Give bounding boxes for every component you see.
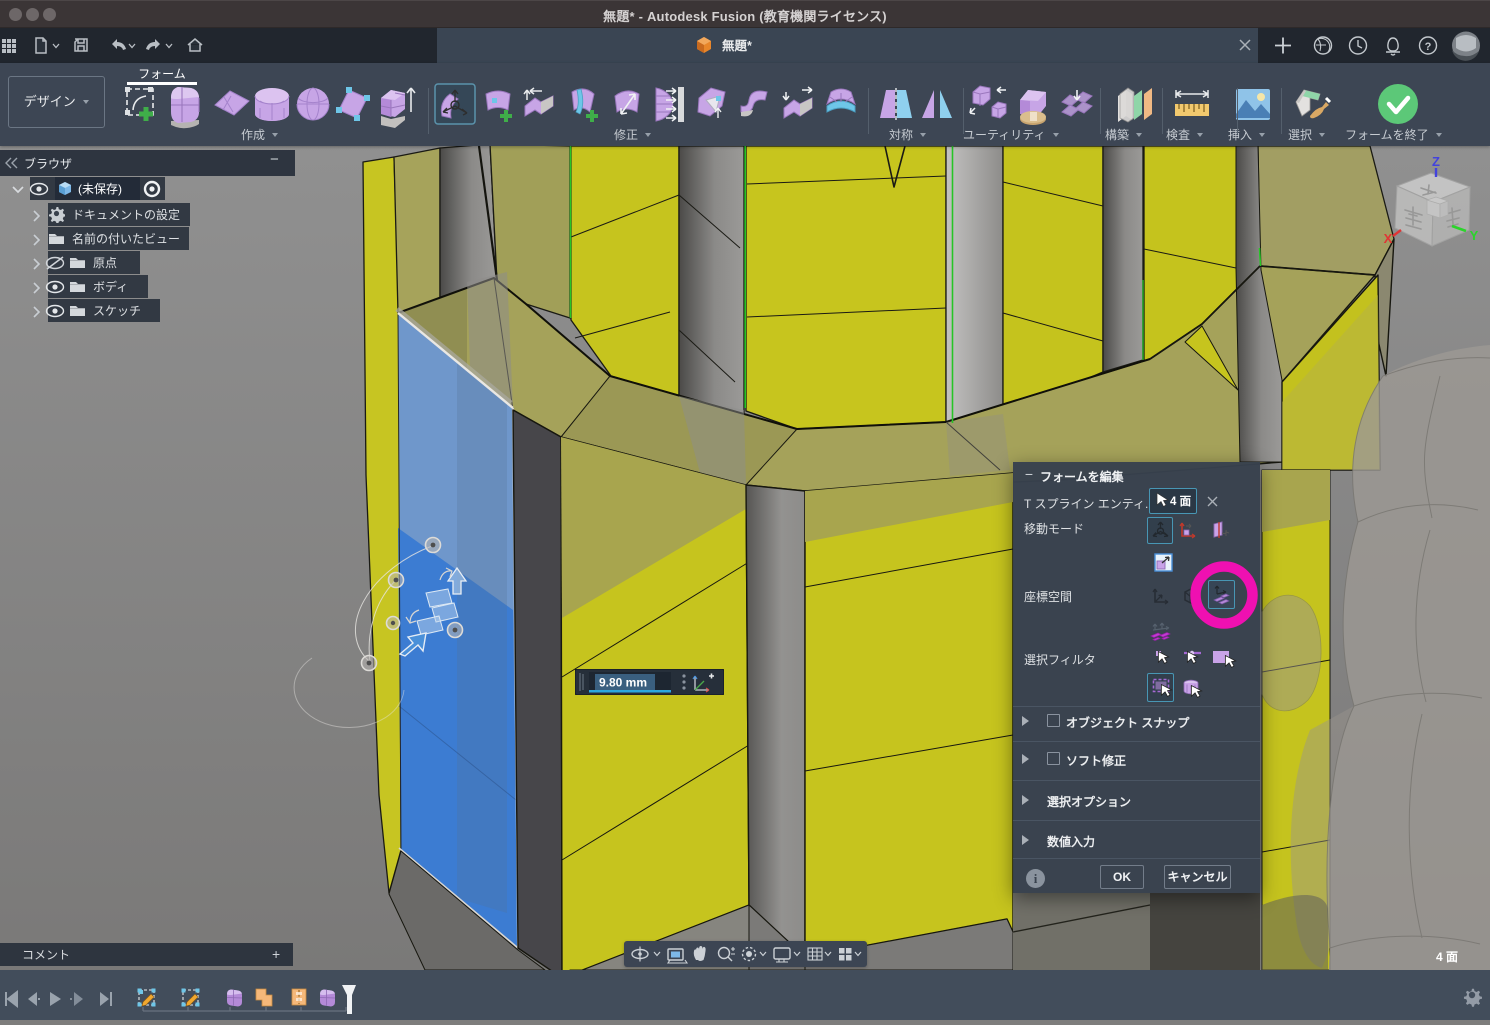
svg-text:Z: Z (1432, 154, 1440, 169)
svg-text:Y: Y (1470, 228, 1479, 243)
svg-text:4 面: 4 面 (1170, 495, 1192, 508)
svg-text:X: X (1384, 231, 1393, 246)
svg-text:9.80 mm: 9.80 mm (599, 676, 647, 690)
svg-text:?: ? (1425, 41, 1432, 53)
svg-text:無題*: 無題* (722, 38, 752, 53)
